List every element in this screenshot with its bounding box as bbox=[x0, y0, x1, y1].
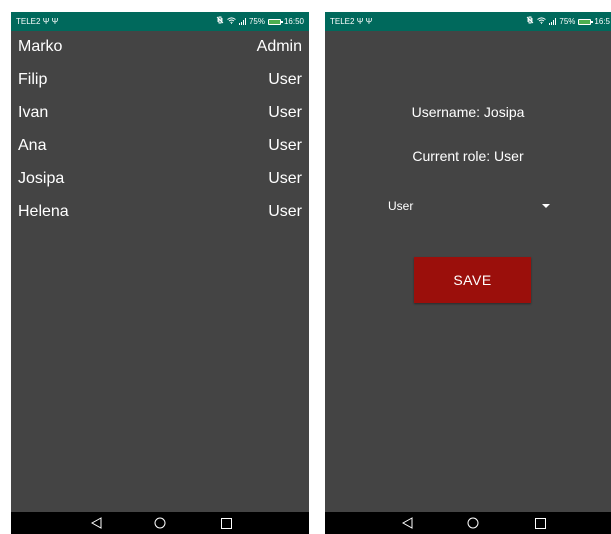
wifi-icon bbox=[227, 12, 236, 31]
user-role: User bbox=[268, 137, 302, 154]
user-name: Josipa bbox=[18, 170, 65, 187]
status-bar: TELE2 Ψ Ψ 75% 16:5 bbox=[325, 12, 611, 31]
carrier-label: TELE2 bbox=[330, 17, 355, 26]
back-icon[interactable] bbox=[89, 516, 103, 530]
user-row-josipa[interactable]: Josipa User bbox=[11, 163, 309, 196]
recents-icon[interactable] bbox=[533, 516, 547, 530]
role-dropdown-value: User bbox=[388, 199, 414, 213]
wifi-icon bbox=[537, 12, 547, 31]
status-bar: TELE2 Ψ Ψ 75% 16:50 bbox=[11, 12, 309, 31]
back-icon[interactable] bbox=[400, 516, 414, 530]
user-role: User bbox=[268, 170, 302, 187]
vibrate-off-icon bbox=[526, 12, 534, 31]
user-name: Ana bbox=[18, 137, 47, 154]
username-label: Username: Josipa bbox=[411, 104, 525, 120]
battery-percent: 75% bbox=[248, 17, 265, 26]
user-name: Marko bbox=[18, 38, 63, 55]
user-row-helena[interactable]: Helena User bbox=[11, 196, 309, 229]
carrier-label: TELE2 bbox=[16, 17, 41, 26]
status-right: 75% 16:5 bbox=[526, 12, 610, 31]
user-row-marko[interactable]: Marko Admin bbox=[11, 31, 309, 64]
user-role: User bbox=[268, 104, 302, 121]
clock: 16:5 bbox=[594, 17, 610, 26]
user-row-ana[interactable]: Ana User bbox=[11, 130, 309, 163]
user-name: Helena bbox=[18, 203, 69, 220]
status-left: TELE2 Ψ Ψ bbox=[16, 12, 58, 31]
dropdown-arrow-icon bbox=[542, 204, 550, 208]
recents-icon[interactable] bbox=[219, 516, 233, 530]
save-button[interactable]: SAVE bbox=[414, 257, 531, 303]
user-role: User bbox=[268, 203, 302, 220]
usb-icon: Ψ Ψ bbox=[42, 17, 59, 26]
user-list-screen: TELE2 Ψ Ψ 75% 16:50 Marko Admin Filip Us… bbox=[11, 12, 309, 534]
user-role: User bbox=[268, 71, 302, 88]
user-row-filip[interactable]: Filip User bbox=[11, 64, 309, 97]
user-row-ivan[interactable]: Ivan User bbox=[11, 97, 309, 130]
user-name: Filip bbox=[18, 71, 48, 88]
clock: 16:50 bbox=[283, 17, 304, 26]
screenshot-canvas: TELE2 Ψ Ψ 75% 16:50 Marko Admin Filip Us… bbox=[0, 0, 611, 534]
status-right: 75% 16:50 bbox=[216, 12, 304, 31]
role-dropdown[interactable]: User bbox=[388, 198, 550, 216]
vibrate-off-icon bbox=[216, 12, 224, 31]
user-role: Admin bbox=[256, 38, 302, 55]
usb-icon: Ψ Ψ bbox=[356, 17, 373, 26]
user-name: Ivan bbox=[18, 104, 49, 121]
user-list: Marko Admin Filip User Ivan User Ana Use… bbox=[11, 31, 309, 229]
home-icon[interactable] bbox=[153, 516, 167, 530]
battery-icon bbox=[267, 18, 283, 25]
status-left: TELE2 Ψ Ψ bbox=[330, 12, 372, 31]
battery-icon bbox=[578, 18, 594, 25]
signal-icon bbox=[549, 18, 557, 25]
battery-percent: 75% bbox=[559, 17, 576, 26]
home-icon[interactable] bbox=[466, 516, 480, 530]
current-role-label: Current role: User bbox=[412, 148, 524, 164]
edit-role-screen: TELE2 Ψ Ψ 75% 16:5 Username: Josipa Curr… bbox=[325, 12, 611, 534]
navigation-bar bbox=[325, 512, 611, 534]
signal-icon bbox=[238, 18, 246, 25]
navigation-bar bbox=[11, 512, 309, 534]
